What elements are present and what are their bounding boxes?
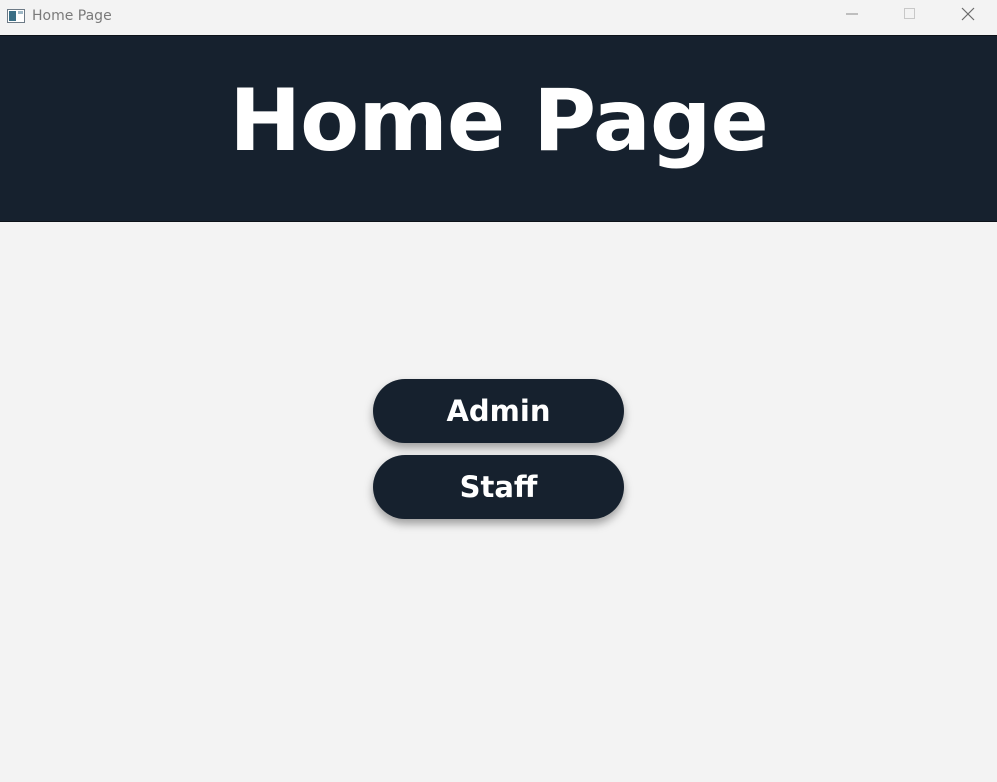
- title-bar[interactable]: Home Page: [0, 0, 997, 33]
- maximize-icon: [904, 7, 916, 25]
- app-window: Home Page Home Page Admin Staff: [0, 0, 997, 782]
- close-button[interactable]: [939, 0, 997, 32]
- minimize-button[interactable]: [823, 0, 881, 32]
- staff-button[interactable]: Staff: [373, 455, 624, 519]
- maximize-button[interactable]: [881, 0, 939, 32]
- page-header: Home Page: [0, 35, 997, 222]
- minimize-icon: [846, 7, 858, 25]
- close-icon: [961, 7, 975, 26]
- page-title: Home Page: [229, 70, 769, 171]
- app-window-icon: [7, 9, 25, 23]
- window-title: Home Page: [32, 8, 112, 24]
- admin-button[interactable]: Admin: [373, 379, 624, 443]
